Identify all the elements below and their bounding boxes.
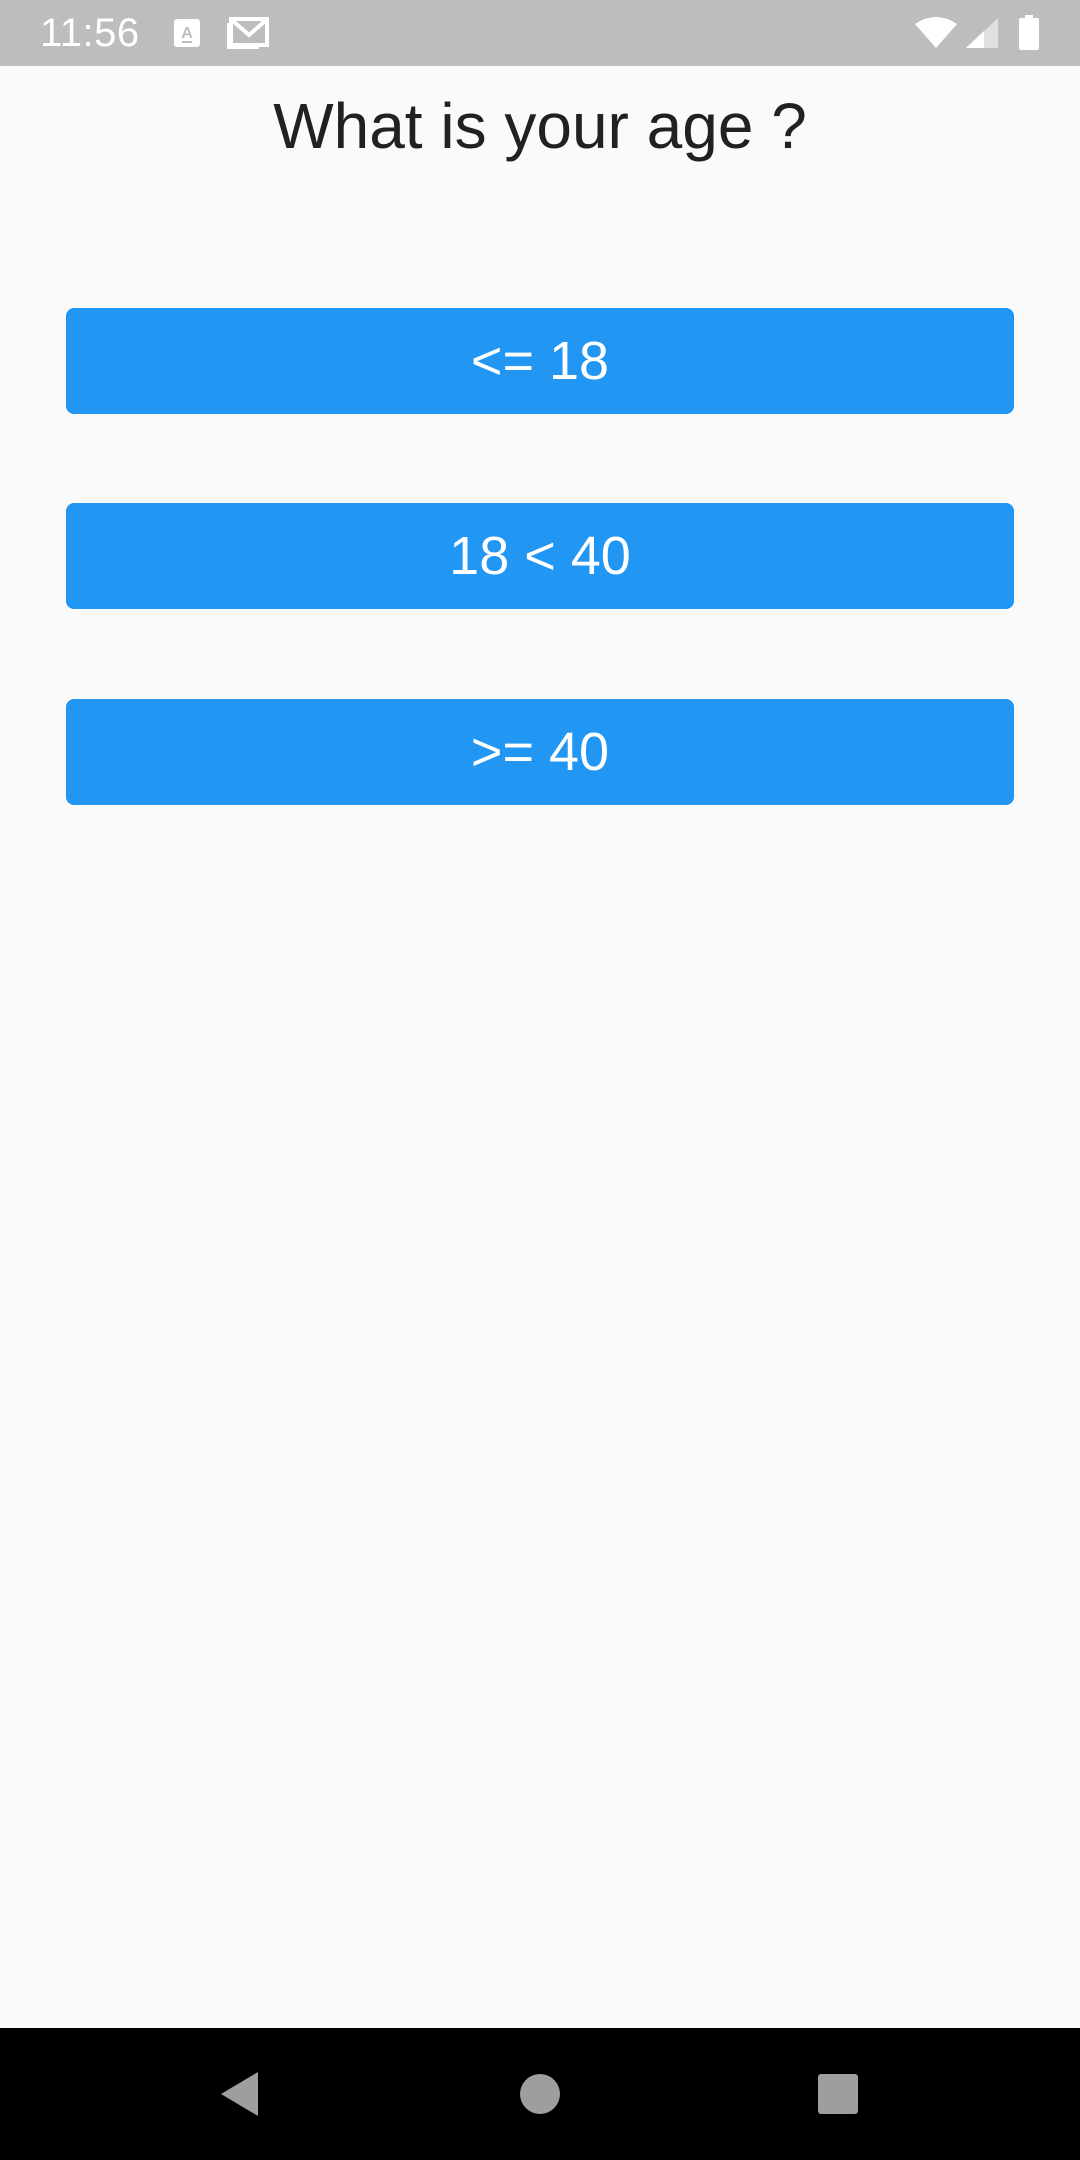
gmail-icon xyxy=(226,0,270,66)
age-option-over-40-button[interactable]: >= 40 xyxy=(66,699,1014,805)
age-option-under-18-button[interactable]: <= 18 xyxy=(66,308,1014,414)
wifi-icon xyxy=(914,0,958,66)
navigation-bar xyxy=(0,2028,1080,2160)
battery-icon xyxy=(1014,0,1044,66)
cellular-signal-icon xyxy=(962,0,1002,66)
age-option-18-to-40-button[interactable]: 18 < 40 xyxy=(66,503,1014,609)
svg-text:A: A xyxy=(181,25,193,42)
recents-icon[interactable] xyxy=(772,2028,904,2160)
status-bar: 11:56 A xyxy=(0,0,1080,66)
question-title: What is your age ? xyxy=(273,90,807,162)
back-icon[interactable] xyxy=(174,2028,306,2160)
home-icon[interactable] xyxy=(474,2028,606,2160)
status-time: 11:56 xyxy=(40,11,140,55)
age-question-screen: 11:56 A What is your age ? <= 18 18 < 40… xyxy=(0,0,1080,2160)
text-a-icon: A xyxy=(170,0,204,66)
